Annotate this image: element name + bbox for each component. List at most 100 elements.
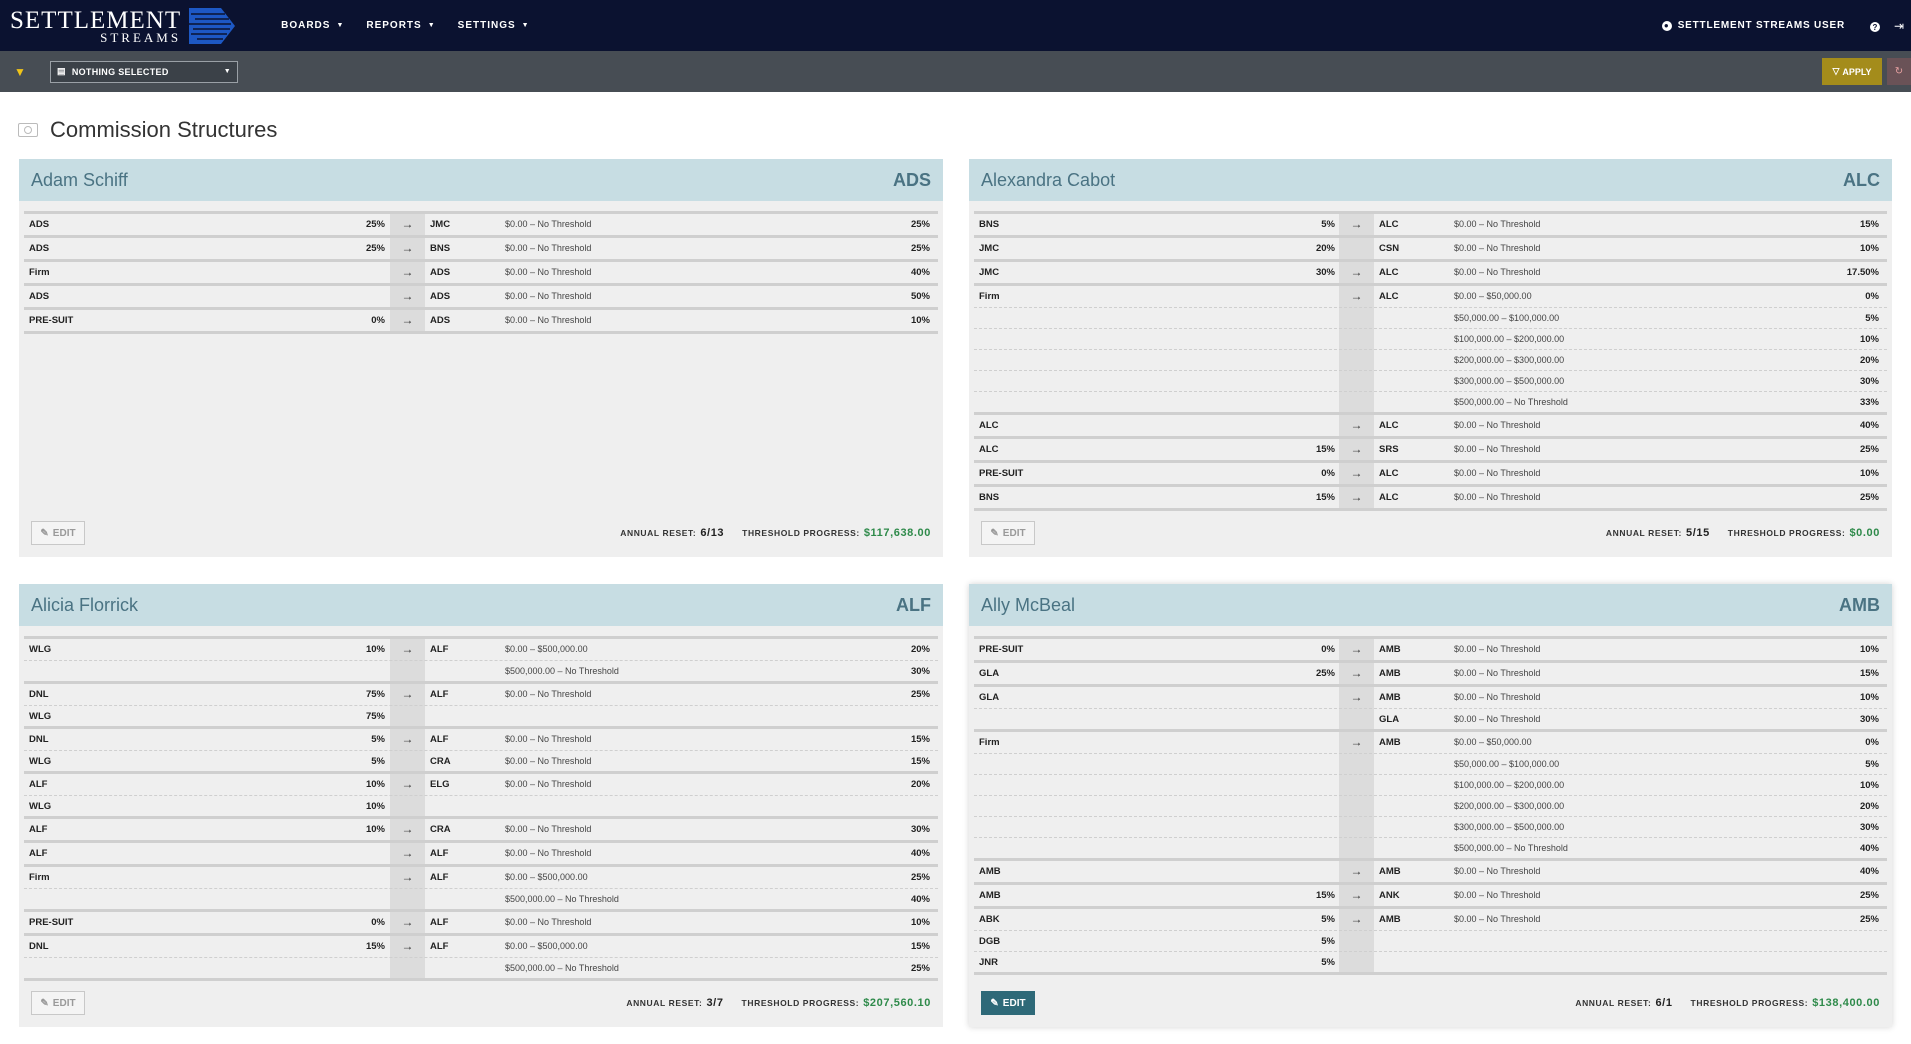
commission-row: ADS 25% → BNS $0.00 – No Threshold 25% [24,235,938,259]
commission-line: ALF → ALF $0.00 – No Threshold 40% [24,843,938,864]
commission-line: AMB 15% → ANK $0.00 – No Threshold 25% [974,885,1887,906]
target-percent: 25% [1859,914,1879,925]
target-percent: 0% [1865,737,1879,748]
target-percent: 30% [910,824,930,835]
target-percent: 10% [1859,692,1879,703]
commission-card: Alicia Florrick ALF WLG 10% → ALF $0.00 – $500… [19,584,943,1027]
commission-line: $300,000.00 – $500,000.00 30% [974,370,1887,391]
threshold-range: $0.00 – No Threshold [1454,492,1541,502]
target-percent: 40% [1859,420,1879,431]
nav-reports[interactable]: REPORTS ▼ [366,20,435,31]
target-code: ADS [430,315,451,326]
card-header: Alicia Florrick ALF [19,584,943,626]
commission-row: ALF 10% → CRA $0.00 – No Threshold 30% [24,816,938,840]
source-code: PRE-SUIT [29,917,74,928]
target-percent: 25% [910,243,930,254]
nav-settings[interactable]: SETTINGS ▼ [458,20,530,31]
target-percent: 10% [1859,468,1879,479]
threshold-range: $200,000.00 – $300,000.00 [1454,801,1565,811]
source-code: PRE-SUIT [979,468,1024,479]
threshold-range: $0.00 – No Threshold [1454,468,1541,478]
refresh-icon: ↻ [1894,66,1904,77]
money-icon [18,123,38,137]
nav-boards[interactable]: BOARDS ▼ [281,20,344,31]
annual-reset-value: 5/15 [1685,527,1710,539]
target-code: ALC [1379,468,1399,479]
threshold-range: $0.00 – No Threshold [505,243,592,253]
app-logo[interactable]: SETTLEMENT STREAMS [10,6,237,46]
target-code: ALC [1379,492,1399,503]
commission-line: $300,000.00 – $500,000.00 30% [974,816,1887,837]
target-percent: 40% [1859,866,1879,877]
target-percent: 17.50% [1846,267,1879,278]
commission-table: ADS 25% → JMC $0.00 – No Threshold 25% ADS 25% →… [24,211,938,334]
threshold-range: $100,000.00 – $200,000.00 [1454,334,1565,344]
reset-filter-button[interactable]: ↻ [1887,58,1911,85]
arrow-right-icon: → [1350,888,1363,902]
source-code: ALF [29,824,48,835]
threshold-range: $0.00 – No Threshold [1454,866,1541,876]
source-code: GLA [979,692,1000,703]
commission-line: WLG 10% → ALF $0.00 – $500,000.00 20% [24,639,938,660]
logout-icon[interactable]: ⇥ [1887,19,1911,33]
target-code: ALF [430,941,449,952]
commission-line: ALC 15% → SRS $0.00 – No Threshold 25% [974,439,1887,460]
apply-label: APPLY [1842,66,1872,77]
target-code: ADS [430,291,451,302]
logo-title: SETTLEMENT [10,6,182,34]
target-percent: 15% [1859,219,1879,230]
edit-button[interactable]: ✎ EDIT [31,991,85,1015]
arrow-right-icon: → [401,822,414,836]
threshold-range: $50,000.00 – $100,000.00 [1454,313,1560,323]
commission-line: DNL 15% → ALF $0.00 – $500,000.00 15% [24,936,938,957]
commission-line: $200,000.00 – $300,000.00 20% [974,349,1887,370]
threshold-range: $0.00 – $50,000.00 [1454,737,1532,747]
edit-label: EDIT [52,997,76,1009]
source-percent: 0% [1321,468,1335,479]
target-code: GLA [1379,714,1400,725]
target-code: ALF [430,689,449,700]
target-percent: 40% [910,267,930,278]
annual-reset-value: 3/7 [706,997,724,1009]
source-percent: 20% [1315,243,1335,254]
arrow-right-icon: → [401,313,414,327]
source-code: ALC [979,444,999,455]
source-code: PRE-SUIT [29,315,74,326]
card-person-name: Alexandra Cabot [981,169,1116,190]
user-menu[interactable]: ● SETTLEMENT STREAMS USER [1661,20,1845,31]
target-percent: 30% [910,666,930,677]
source-code: WLG [29,711,52,722]
target-percent: 20% [1859,355,1879,366]
filter-select[interactable]: ▤ NOTHING SELECTED ▼ [50,60,238,83]
document-icon: ▤ [57,66,66,76]
commission-row: JMC 20% CSN $0.00 – No Threshold 10% [974,235,1887,259]
help-icon[interactable]: ? [1863,19,1887,33]
card-stats: ANNUAL RESET: 5/15 THRESHOLD PROGRESS: $0.0… [1606,527,1880,539]
target-code: AMB [1379,668,1401,679]
commission-line: PRE-SUIT 0% → AMB $0.00 – No Threshold 10% [974,639,1887,660]
threshold-range: $0.00 – No Threshold [1454,914,1541,924]
card-person-code: ALF [896,594,931,615]
threshold-range: $500,000.00 – No Threshold [505,963,619,973]
target-code: JMC [430,219,451,230]
edit-button[interactable]: ✎ EDIT [981,991,1035,1015]
source-code: DGB [979,936,1001,947]
arrow-right-icon: → [1350,690,1363,704]
target-code: AMB [1379,644,1401,655]
threshold-range: $300,000.00 – $500,000.00 [1454,376,1565,386]
target-code: AMB [1379,914,1401,925]
edit-button[interactable]: ✎ EDIT [31,521,85,545]
commission-line: GLA $0.00 – No Threshold 30% [974,708,1887,729]
apply-filter-button[interactable]: ▽ APPLY [1822,58,1882,85]
top-navbar: SETTLEMENT STREAMS BOARDS ▼ REPORTS ▼ SETT… [0,0,1911,51]
source-percent: 10% [365,824,385,835]
source-code: WLG [29,801,52,812]
commission-line: AMB → AMB $0.00 – No Threshold 40% [974,861,1887,882]
source-percent [1275,732,1335,753]
source-code: JMC [979,243,1000,254]
commission-line: $500,000.00 – No Threshold 33% [974,391,1887,412]
target-percent: 25% [1859,492,1879,503]
threshold-range: $0.00 – No Threshold [1454,644,1541,654]
commission-line: ABK 5% → AMB $0.00 – No Threshold 25% [974,909,1887,930]
edit-button[interactable]: ✎ EDIT [981,521,1035,545]
